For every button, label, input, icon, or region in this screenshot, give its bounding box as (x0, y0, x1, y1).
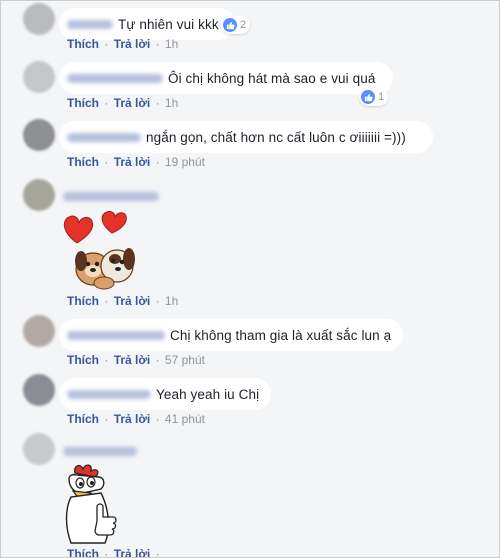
rooster-thumbs-up-sticker (61, 463, 123, 545)
timestamp[interactable]: 57 phút (165, 353, 205, 367)
comment-bubble: Tự nhiên vui kkk (59, 8, 235, 40)
commenter-name[interactable] (67, 330, 165, 340)
comment-actions: Thích · Trả lời · 57 phút (67, 353, 205, 367)
avatar[interactable] (23, 119, 55, 151)
separator: · (104, 294, 109, 308)
reply-button[interactable]: Trả lời (114, 37, 151, 51)
timestamp[interactable]: 41 phút (165, 412, 205, 426)
like-reaction-icon (223, 18, 237, 32)
separator: · (104, 155, 109, 169)
avatar[interactable] (23, 433, 55, 465)
comment-text: Chị không tham gia là xuất sắc lun ạ (170, 327, 392, 343)
like-button[interactable]: Thích (67, 412, 99, 426)
commenter-name[interactable] (67, 73, 163, 83)
like-reaction-icon (361, 90, 375, 104)
comment-text: Tự nhiên vui kkk (118, 16, 219, 32)
like-button[interactable]: Thích (67, 155, 99, 169)
comment-text: Ôi chị không hát mà sao e vui quá (168, 70, 376, 86)
separator: · (155, 155, 160, 169)
reply-button[interactable]: Trả lời (114, 155, 151, 169)
reply-button[interactable]: Trả lời (114, 353, 151, 367)
separator: · (104, 547, 109, 558)
avatar[interactable] (23, 315, 55, 347)
separator: · (155, 294, 160, 308)
reply-button[interactable]: Trả lời (114, 547, 151, 557)
timestamp[interactable]: 1h (165, 37, 178, 51)
separator: · (155, 353, 160, 367)
commenter-name[interactable] (67, 389, 151, 399)
like-button[interactable]: Thích (67, 294, 99, 308)
commenter-name[interactable] (63, 447, 137, 456)
comment-actions: Thích · Trả lời · 1h (67, 37, 178, 51)
reaction-count[interactable]: 1 (359, 88, 389, 106)
comments-panel: Tự nhiên vui kkk 2 Thích · Trả lời · 1h … (0, 0, 500, 558)
separator: · (104, 37, 109, 51)
avatar[interactable] (23, 179, 55, 211)
timestamp[interactable]: 19 phút (165, 155, 205, 169)
timestamp[interactable]: 1h (165, 294, 178, 308)
comment-bubble: Chị không tham gia là xuất sắc lun ạ (59, 319, 403, 351)
avatar[interactable] (23, 374, 55, 406)
reply-button[interactable]: Trả lời (114, 96, 151, 110)
comment-actions: Thích · Trả lời · (67, 547, 162, 558)
comment-actions: Thích · Trả lời · 1h (67, 96, 178, 110)
like-button[interactable]: Thích (67, 353, 99, 367)
separator: · (104, 412, 109, 426)
comment-text: ngắn gọn, chất hơn nc cất luôn c ơiiiiii… (146, 129, 406, 145)
like-button[interactable]: Thích (67, 96, 99, 110)
separator: · (104, 96, 109, 110)
separator: · (155, 412, 160, 426)
like-button[interactable]: Thích (67, 547, 99, 557)
avatar[interactable] (23, 3, 55, 35)
commenter-name[interactable] (67, 132, 141, 142)
like-count: 2 (240, 19, 247, 31)
comment-bubble: ngắn gọn, chất hơn nc cất luôn c ơiiiiii… (59, 121, 433, 153)
avatar[interactable] (23, 61, 55, 93)
separator: · (155, 96, 160, 110)
comment-text: Yeah yeah iu Chị (156, 386, 260, 402)
reply-button[interactable]: Trả lời (114, 294, 151, 308)
separator: · (155, 37, 160, 51)
comment-bubble: Yeah yeah iu Chị (59, 378, 271, 410)
comment-actions: Thích · Trả lời · 41 phút (67, 412, 205, 426)
commenter-name[interactable] (67, 19, 113, 29)
like-count: 1 (378, 91, 385, 103)
reply-button[interactable]: Trả lời (114, 412, 151, 426)
commenter-name[interactable] (63, 192, 159, 201)
separator: · (104, 353, 109, 367)
reaction-count[interactable]: 2 (221, 16, 251, 34)
dogs-hearts-sticker (57, 209, 143, 293)
comment-bubble: Ôi chị không hát mà sao e vui quá (59, 62, 393, 94)
separator: · (155, 547, 160, 558)
comment-actions: Thích · Trả lời · 1h (67, 294, 178, 308)
comment-actions: Thích · Trả lời · 19 phút (67, 155, 205, 169)
like-button[interactable]: Thích (67, 37, 99, 51)
timestamp[interactable]: 1h (165, 96, 178, 110)
